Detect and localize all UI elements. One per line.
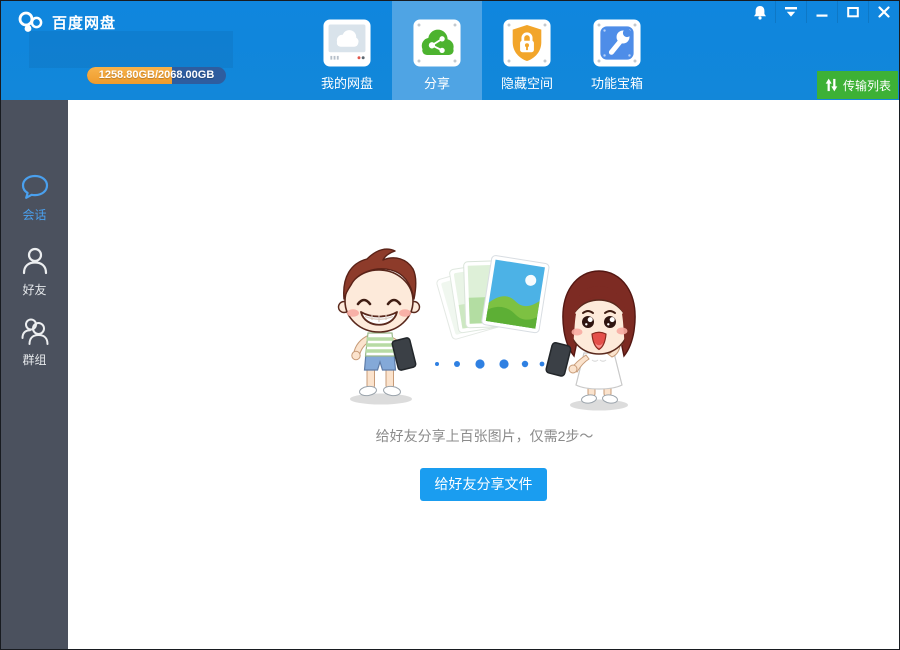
storage-capacity-bar[interactable]: 1258.80GB/2068.00GB [87,67,226,84]
sidebar-item-friends[interactable]: 好友 [1,246,68,298]
app-title: 百度网盘 [52,12,116,33]
group-icon [20,316,50,346]
sidebar-item-label: 会话 [22,206,46,223]
minimize-to-tray-button[interactable] [775,1,806,23]
account-area[interactable] [29,31,233,68]
close-button[interactable] [868,1,899,23]
tab-my-drive[interactable]: 我的网盘 [302,1,392,100]
maximize-button[interactable] [837,1,868,23]
baidu-netdisk-window: 百度网盘 1258.80GB/2068.00GB [0,0,900,650]
shield-lock-icon [503,19,551,67]
tab-label: 我的网盘 [321,73,373,92]
share-caption: 给好友分享上百张图片，仅需2步～ [68,426,900,446]
transfer-arrows-icon [824,77,839,93]
boy-character-illustration [329,247,429,409]
tab-label: 功能宝箱 [591,73,643,92]
my-drive-icon [323,19,371,67]
tab-label: 隐藏空间 [501,73,553,92]
sidebar-item-label: 好友 [22,281,46,298]
sidebar-item-chat[interactable]: 会话 [1,173,68,223]
bell-icon [753,5,767,20]
share-cloud-icon [413,19,461,67]
sidebar-item-label: 群组 [22,351,46,368]
close-icon [878,6,890,18]
toolbox-wrench-icon [593,19,641,67]
share-files-button[interactable]: 给好友分享文件 [420,468,547,501]
minimize-button[interactable] [806,1,837,23]
chat-bubble-icon [20,173,50,201]
transfer-list-button[interactable]: 传输列表 [817,71,898,99]
tab-hidden-space[interactable]: 隐藏空间 [482,1,572,100]
minimize-icon [816,6,828,18]
girl-character-illustration [544,257,654,415]
transfer-list-label: 传输列表 [843,77,891,94]
window-controls [744,1,899,23]
maximize-icon [847,6,859,18]
header-bar: 百度网盘 1258.80GB/2068.00GB [1,1,899,100]
sidebar-item-groups[interactable]: 群组 [1,316,68,368]
photo-stack-illustration [429,253,554,353]
friend-icon [21,246,49,276]
tab-toolbox[interactable]: 功能宝箱 [572,1,662,100]
transfer-dots-illustration [431,357,546,371]
main-nav-tabs: 我的网盘 [302,1,662,100]
tab-label: 分享 [424,73,450,92]
tray-arrow-icon [784,6,798,18]
storage-text: 1258.80GB/2068.00GB [87,67,226,84]
notification-bell-button[interactable] [744,1,775,23]
tab-share[interactable]: 分享 [392,1,482,100]
sidebar: 会话 好友 群组 + [1,100,68,650]
